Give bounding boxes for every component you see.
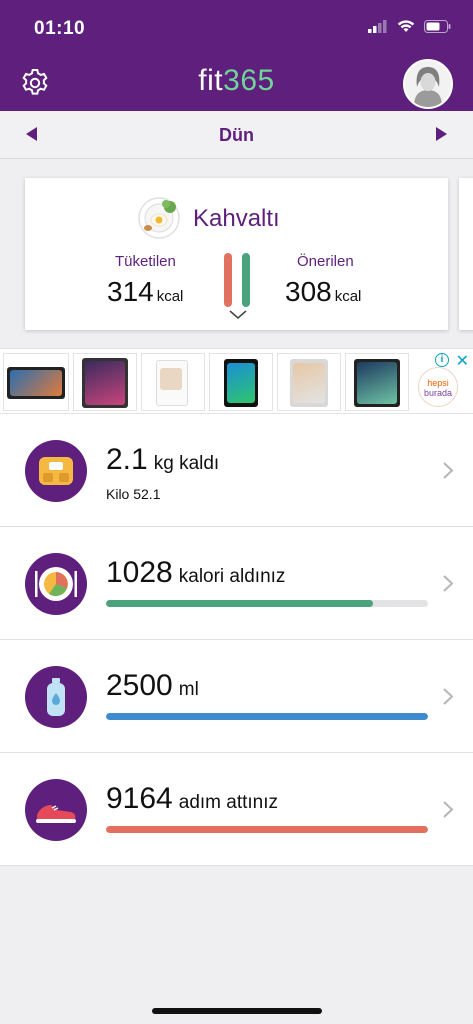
weight-current: Kilo 52.1	[106, 486, 161, 502]
chevron-right-icon[interactable]	[443, 462, 453, 479]
recommended-label: Önerilen	[297, 253, 354, 270]
ad-product-tablet-6[interactable]	[345, 353, 409, 411]
meal-card[interactable]: Kahvaltı Tüketilen 314 kcal Önerilen 308 k…	[25, 178, 448, 330]
logo-fit: fit	[198, 64, 224, 97]
info-icon[interactable]: i	[435, 353, 449, 367]
weight-number: 2.1	[106, 443, 148, 476]
ad-product-tablet-5[interactable]	[277, 353, 341, 411]
summary-list: 2.1 kg kaldı Kilo 52.1 1028 kalori aldınız	[0, 414, 473, 866]
scale-icon-wrapper	[25, 440, 87, 502]
weight-value: 2.1 kg kaldı	[106, 443, 219, 477]
consumed-value: 314 kcal	[107, 276, 183, 308]
plate-icon-wrapper	[25, 553, 87, 615]
ad-product-tablet-4[interactable]	[209, 353, 273, 411]
weight-label: kg kaldı	[153, 453, 220, 474]
consumed-bar	[224, 253, 232, 307]
app-logo: fit365	[0, 64, 473, 98]
steps-progress-bar	[106, 826, 428, 833]
list-item-steps[interactable]: 9164 adım attınız	[0, 753, 473, 866]
calories-progress-bar	[106, 600, 428, 607]
ad-brand-logo[interactable]: hepsi burada	[418, 367, 458, 407]
water-bottle-icon-wrapper	[25, 666, 87, 728]
ad-product-tablet-2[interactable]	[73, 353, 137, 411]
battery-icon	[424, 20, 451, 33]
water-value: 2500 ml	[106, 669, 199, 703]
close-icon[interactable]: ✕	[456, 351, 469, 371]
list-item-calories[interactable]: 1028 kalori aldınız	[0, 527, 473, 640]
ad-brand-line-2: burada	[423, 388, 453, 398]
ad-brand-line-1: hepsi	[427, 378, 449, 388]
meal-title: Kahvaltı	[193, 205, 280, 232]
steps-value: 9164 adım attınız	[106, 782, 278, 816]
breakfast-icon	[138, 197, 180, 239]
sneaker-icon-wrapper	[25, 779, 87, 841]
scale-icon	[39, 457, 73, 485]
meal-carousel[interactable]: Kahvaltı Tüketilen 314 kcal Önerilen 308 k…	[0, 160, 473, 348]
ad-product-tablet-3[interactable]	[141, 353, 205, 411]
calories-label: kalori aldınız	[178, 566, 286, 587]
chevron-right-icon[interactable]	[443, 688, 453, 705]
list-item-weight[interactable]: 2.1 kg kaldı Kilo 52.1	[0, 414, 473, 527]
calories-value: 1028 kalori aldınız	[106, 556, 285, 590]
ad-product-tablet-1[interactable]	[3, 353, 69, 411]
next-day-icon[interactable]	[436, 127, 447, 141]
consumed-number: 314	[107, 276, 154, 307]
water-progress-fill	[106, 713, 428, 720]
plate-icon	[35, 567, 77, 601]
app-header: fit365	[0, 56, 473, 111]
steps-number: 9164	[106, 782, 173, 815]
recommended-value: 308 kcal	[285, 276, 361, 308]
list-item-water[interactable]: 2500 ml	[0, 640, 473, 753]
ad-banner[interactable]: hepsi burada i ✕	[0, 348, 473, 414]
water-progress-bar	[106, 713, 428, 720]
calories-number: 1028	[106, 556, 173, 589]
steps-label: adım attınız	[178, 792, 279, 813]
chevron-right-icon[interactable]	[443, 575, 453, 592]
logo-number: 365	[223, 64, 275, 97]
avatar-icon	[405, 61, 451, 107]
status-bar: 01:10	[0, 0, 473, 56]
status-icons	[368, 20, 451, 33]
home-indicator[interactable]	[152, 1008, 322, 1014]
calories-progress-fill	[106, 600, 374, 607]
signal-icon	[368, 20, 387, 33]
water-bottle-icon	[47, 678, 65, 716]
consumed-unit: kcal	[156, 288, 184, 305]
avatar[interactable]	[403, 59, 453, 109]
status-time: 01:10	[34, 18, 86, 39]
recommended-unit: kcal	[334, 288, 362, 305]
wifi-icon	[397, 20, 415, 32]
sneaker-icon	[36, 805, 76, 823]
water-number: 2500	[106, 669, 173, 702]
date-label: Dün	[219, 125, 254, 145]
chevron-right-icon[interactable]	[443, 801, 453, 818]
consumed-label: Tüketilen	[115, 253, 176, 270]
water-label: ml	[178, 679, 199, 700]
recommended-number: 308	[285, 276, 332, 307]
next-meal-card[interactable]	[459, 178, 473, 330]
chevron-down-icon[interactable]	[229, 310, 247, 320]
recommended-bar	[242, 253, 250, 307]
date-navigator: Dün	[0, 111, 473, 159]
steps-progress-fill	[106, 826, 428, 833]
